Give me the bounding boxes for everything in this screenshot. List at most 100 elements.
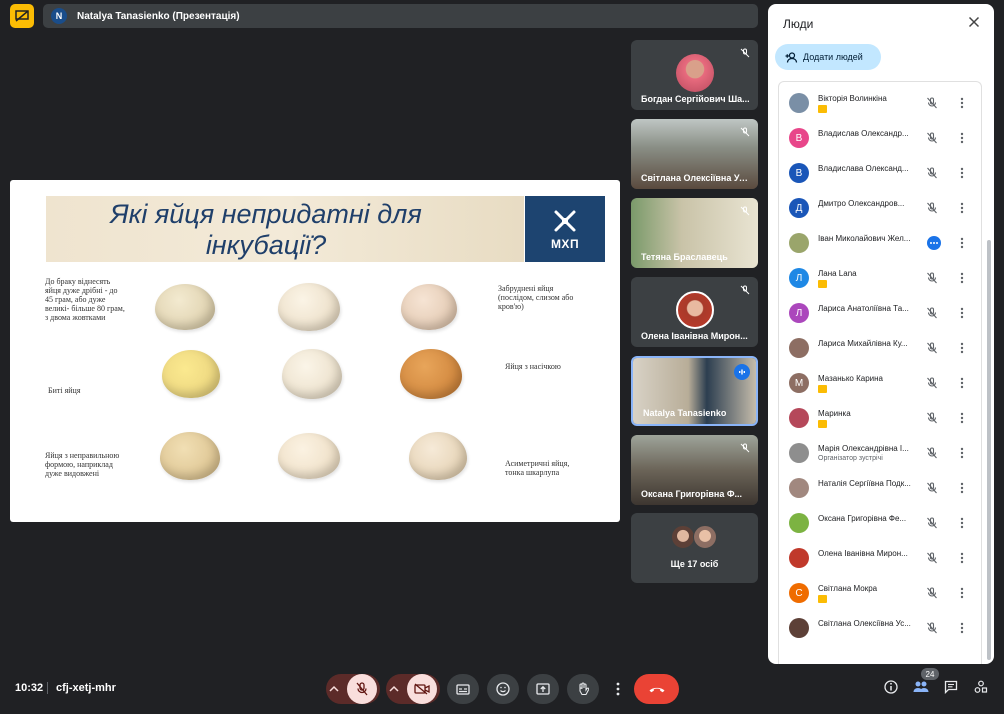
egg-image	[409, 432, 467, 480]
more-vert-icon	[616, 682, 620, 696]
participant-row[interactable]: М Мазанько Карина	[779, 366, 981, 401]
mic-off-icon[interactable]	[926, 586, 938, 604]
mic-off-icon	[740, 443, 750, 453]
participant-row[interactable]: Л Лариса Анатоліївна Та...	[779, 296, 981, 331]
mic-off-button[interactable]	[347, 674, 377, 704]
participant-avatar: Л	[789, 268, 809, 288]
more-vert-icon[interactable]	[960, 131, 964, 149]
participant-avatar	[789, 443, 809, 463]
participant-avatar	[789, 548, 809, 568]
activities-icon[interactable]	[974, 680, 988, 694]
camera-off-icon	[414, 683, 430, 695]
participant-avatar: М	[789, 373, 809, 393]
participant-row[interactable]: В Владислав Олександр...	[779, 121, 981, 156]
participant-name: Оксана Григорівна Фе...	[818, 514, 907, 523]
camera-control[interactable]	[386, 674, 440, 704]
participant-row[interactable]: Світлана Олексіївна Ус...	[779, 611, 981, 646]
reactions-button[interactable]	[487, 674, 519, 704]
caption-dirty: Забруднені яйця (послідом, слизом або кр…	[498, 284, 574, 311]
mic-off-icon[interactable]	[926, 166, 938, 184]
more-options-button[interactable]	[608, 674, 628, 704]
present-screen-icon	[536, 683, 550, 695]
mic-off-icon[interactable]	[926, 341, 938, 359]
more-vert-icon[interactable]	[960, 586, 964, 604]
participant-row[interactable]: В Владислава Олександ...	[779, 156, 981, 191]
chevron-up-icon[interactable]	[389, 685, 399, 693]
mic-off-icon[interactable]	[926, 446, 938, 464]
more-vert-icon[interactable]	[960, 306, 964, 324]
chevron-up-icon[interactable]	[329, 685, 339, 693]
add-person-icon	[785, 51, 798, 63]
mic-off-icon[interactable]	[926, 621, 938, 639]
participant-name: Олена Іванівна Мирон...	[818, 549, 908, 558]
participant-row[interactable]: Іван Миколайович Жел...	[779, 226, 981, 261]
more-vert-icon[interactable]	[960, 376, 964, 394]
participant-avatar: В	[789, 163, 809, 183]
participant-name: Владислав Олександр...	[818, 129, 909, 138]
mic-off-icon[interactable]	[926, 481, 938, 499]
mic-off-icon[interactable]	[926, 376, 938, 394]
close-icon[interactable]	[968, 16, 980, 28]
more-vert-icon[interactable]	[960, 271, 964, 289]
more-vert-icon[interactable]	[960, 166, 964, 184]
camera-off-button[interactable]	[407, 674, 437, 704]
mic-off-icon[interactable]	[926, 411, 938, 429]
more-vert-icon[interactable]	[960, 411, 964, 429]
mic-off-icon[interactable]	[926, 131, 938, 149]
more-vert-icon[interactable]	[960, 201, 964, 219]
more-vert-icon[interactable]	[960, 551, 964, 569]
chat-icon[interactable]	[944, 680, 958, 694]
participants-scrollbar[interactable]	[987, 240, 991, 660]
add-people-button[interactable]: Додати людей	[775, 44, 881, 70]
presentation-badge-icon	[818, 595, 827, 603]
more-vert-icon[interactable]	[960, 446, 964, 464]
participant-tile-active[interactable]: Natalya Tanasienko	[631, 356, 758, 426]
participant-avatar	[789, 93, 809, 113]
more-vert-icon[interactable]	[960, 481, 964, 499]
participant-tile[interactable]: Оксана Григорівна Ф...	[631, 435, 758, 505]
participant-row[interactable]: Лариса Михайлівна Ку...	[779, 331, 981, 366]
mic-off-icon[interactable]	[926, 201, 938, 219]
more-vert-icon[interactable]	[960, 341, 964, 359]
meeting-code[interactable]: cfj-xetj-mhr	[56, 682, 116, 694]
participant-name: Вікторія Волинкіна	[818, 94, 887, 103]
more-vert-icon[interactable]	[960, 516, 964, 534]
participant-tile[interactable]: Богдан Сергійович Ша...	[631, 40, 758, 110]
participant-tile[interactable]: Тетяна Браславець	[631, 198, 758, 268]
mic-off-icon[interactable]	[926, 96, 938, 114]
participant-row[interactable]: Олена Іванівна Мирон...	[779, 541, 981, 576]
mic-off-icon[interactable]	[926, 271, 938, 289]
participant-avatar	[671, 525, 695, 549]
participant-name: Лана Lana	[818, 269, 857, 278]
more-vert-icon[interactable]	[960, 236, 964, 254]
participant-row[interactable]: Маринка	[779, 401, 981, 436]
participant-row[interactable]: Д Дмитро Олександров...	[779, 191, 981, 226]
mic-control[interactable]	[326, 674, 380, 704]
participant-row[interactable]: С Світлана Мокра	[779, 576, 981, 611]
presentation-header: N Natalya Tanasienko (Презентація)	[43, 4, 758, 28]
more-participants-tile[interactable]: Ще 17 осіб	[631, 513, 758, 583]
participant-row[interactable]: Оксана Григорівна Фе...	[779, 506, 981, 541]
participant-tile[interactable]: Олена Іванівна Мирон...	[631, 277, 758, 347]
people-icon[interactable]	[913, 680, 929, 694]
participant-row[interactable]: Л Лана Lana	[779, 261, 981, 296]
more-vert-icon[interactable]	[960, 96, 964, 114]
participant-avatar	[789, 478, 809, 498]
participant-photo	[676, 54, 714, 92]
participant-row[interactable]: Вікторія Волинкіна	[779, 86, 981, 121]
mic-off-icon[interactable]	[926, 516, 938, 534]
more-vert-icon[interactable]	[960, 621, 964, 639]
presentation-indicator-icon[interactable]	[10, 4, 34, 28]
participant-tile[interactable]: Світлана Олексіївна Ус...	[631, 119, 758, 189]
meeting-info-icon[interactable]	[884, 680, 898, 694]
participant-row[interactable]: Марія Олександрівна І... Організатор зуст…	[779, 436, 981, 471]
raise-hand-button[interactable]	[567, 674, 599, 704]
captions-button[interactable]	[447, 674, 479, 704]
participant-avatar	[789, 338, 809, 358]
mic-off-icon[interactable]	[926, 551, 938, 569]
leave-call-button[interactable]	[634, 674, 679, 704]
present-button[interactable]	[527, 674, 559, 704]
mic-off-icon[interactable]	[926, 306, 938, 324]
participants-list: Вікторія Волинкіна В Владислав Олександр..…	[778, 81, 982, 664]
participant-row[interactable]: Наталія Сергіївна Подк...	[779, 471, 981, 506]
